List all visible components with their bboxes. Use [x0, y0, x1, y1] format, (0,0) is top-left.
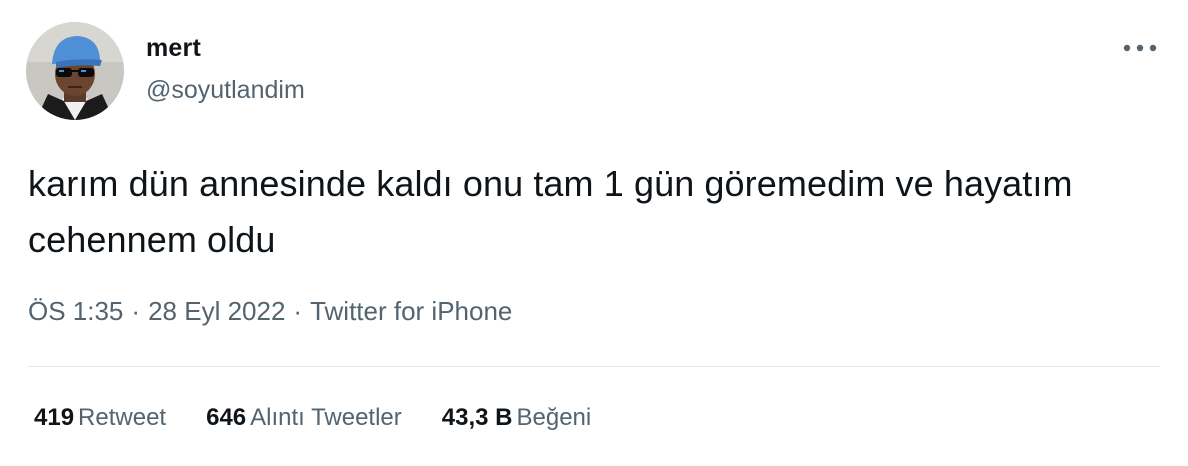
likes-count: 43,3 B [441, 404, 513, 431]
more-options-button[interactable] [1120, 34, 1160, 62]
quotes-label: Alıntı Tweetler [250, 404, 402, 431]
tweet-card: mert @soyutlandim karım dün annesinde ka… [0, 0, 1188, 466]
quotes-stat[interactable]: 646 Alıntı Tweetler [206, 404, 402, 432]
avatar[interactable] [26, 22, 124, 120]
author-handle[interactable]: @soyutlandim [146, 76, 305, 105]
retweets-count: 419 [34, 404, 75, 431]
tweet-meta: ÖS 1:35 · 28 Eyl 2022 · Twitter for iPhone [28, 296, 512, 327]
retweets-label: Retweet [78, 404, 167, 431]
likes-label: Beğeni [516, 404, 592, 431]
meta-separator: · [293, 296, 303, 326]
author-display-name[interactable]: mert [146, 34, 201, 63]
tweet-stats: 419 Retweet 646 Alıntı Tweetler 43,3 B Beğe… [34, 404, 591, 432]
tweet-text: karım dün annesinde kaldı onu tam 1 gün … [28, 163, 1073, 260]
tweet-date-link[interactable]: 28 Eyl 2022 [148, 296, 285, 326]
avatar-icon [26, 22, 124, 120]
likes-stat[interactable]: 43,3 B Beğeni [442, 404, 591, 432]
meta-separator: · [131, 296, 141, 326]
tweet-time-link[interactable]: ÖS 1:35 [28, 296, 123, 326]
more-horizontal-icon [1123, 44, 1157, 52]
retweets-stat[interactable]: 419 Retweet [34, 404, 166, 432]
tweet-source-link[interactable]: Twitter for iPhone [310, 296, 512, 326]
quotes-count: 646 [206, 404, 247, 431]
divider [28, 366, 1160, 367]
